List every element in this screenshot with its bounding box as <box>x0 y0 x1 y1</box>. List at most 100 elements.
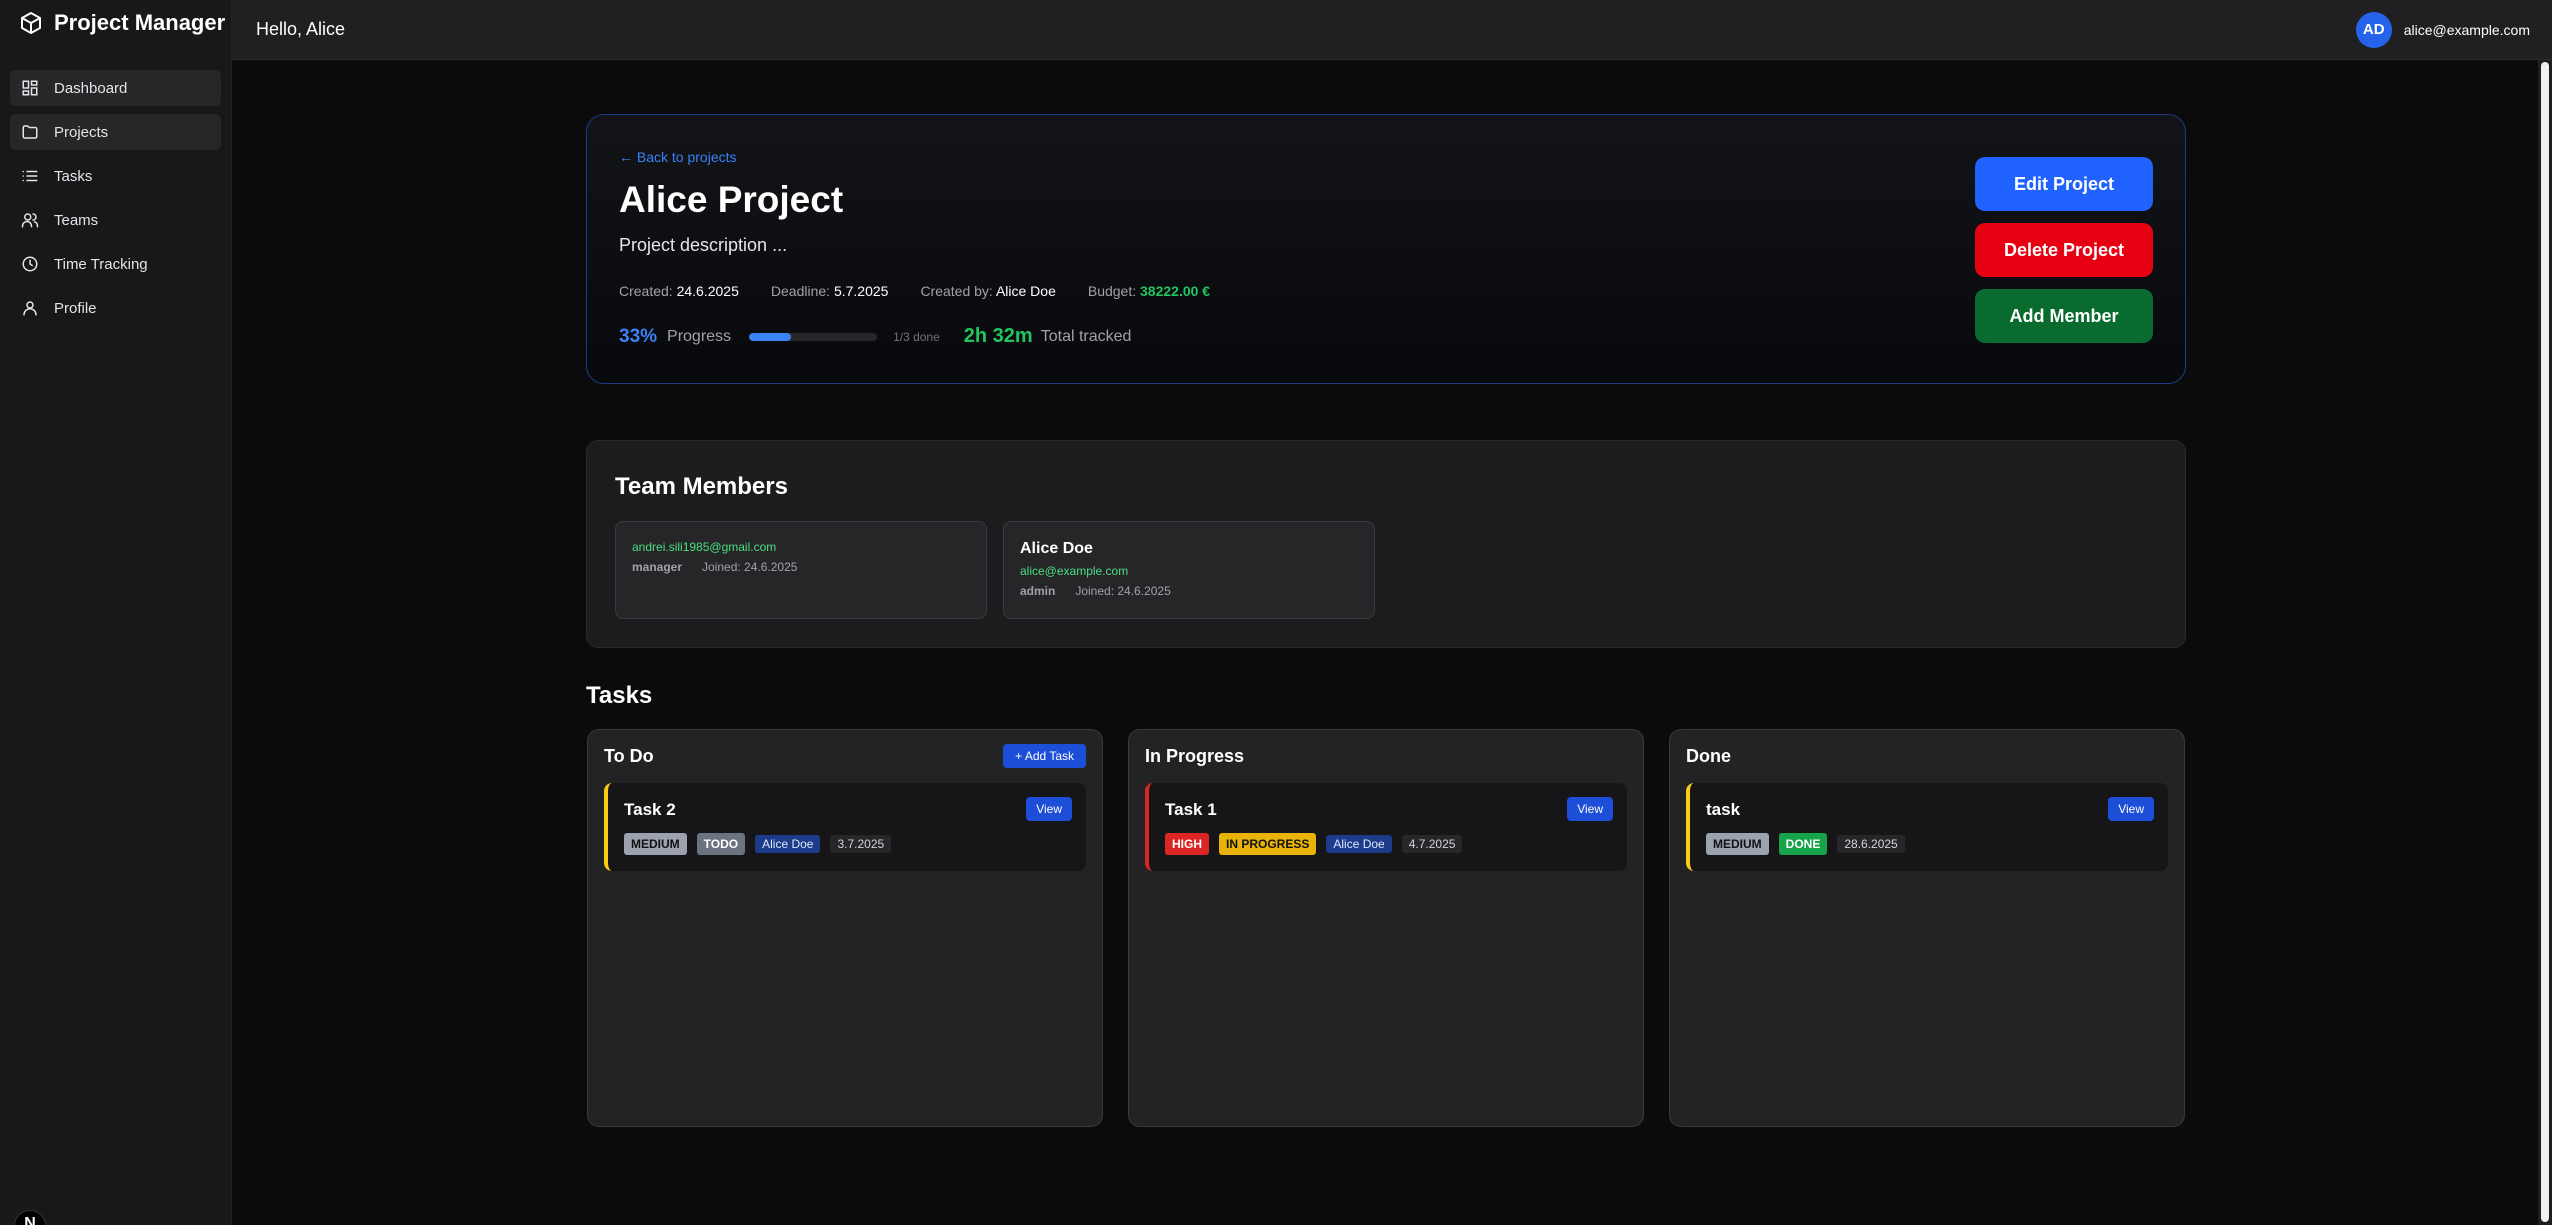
created-label: Created: <box>619 283 673 299</box>
back-to-projects-link[interactable]: ← Back to projects <box>619 149 737 165</box>
member-role: manager <box>632 560 683 574</box>
sidebar-item-dashboard[interactable]: Dashboard <box>10 70 221 106</box>
scrollbar[interactable] <box>2538 60 2552 1225</box>
member-card: Alice Doe alice@example.com admin Joined… <box>1003 521 1375 619</box>
deadline-meta: Deadline: 5.7.2025 <box>771 283 889 299</box>
greeting: Hello, Alice <box>256 19 346 39</box>
task-card[interactable]: Task 2 View MEDIUM TODO Alice Doe 3.7.20… <box>604 783 1086 871</box>
sidebar-item-time-tracking[interactable]: Time Tracking <box>10 246 221 282</box>
team-members-title: Team Members <box>615 473 788 500</box>
task-name: Task 1 <box>1165 800 1217 819</box>
next-badge[interactable]: N <box>14 1210 46 1225</box>
tasks-title: Tasks <box>586 682 653 709</box>
project-description: Project description ... <box>619 235 788 255</box>
priority-badge: HIGH <box>1165 833 1209 855</box>
avatar[interactable]: AD <box>2355 11 2392 48</box>
created-meta: Created: 24.6.2025 <box>619 283 739 299</box>
app-title: Project Manager <box>54 10 226 35</box>
priority-badge: MEDIUM <box>1706 833 1769 855</box>
task-name: Task 2 <box>624 800 676 819</box>
view-task-button[interactable]: View <box>1026 797 1072 821</box>
member-joined: Joined: 24.6.2025 <box>1075 584 1171 598</box>
progress-label: Progress <box>667 327 732 345</box>
budget-meta: Budget: 38222.00 € <box>1088 283 1210 299</box>
add-task-button[interactable]: + Add Task <box>1003 744 1086 768</box>
column-title: In Progress <box>1145 746 1245 766</box>
top-header: Hello, Alice AD alice@example.com <box>232 0 2552 60</box>
user-icon <box>20 298 40 318</box>
sidebar-item-label: Profile <box>54 299 97 317</box>
status-badge: TODO <box>696 833 746 855</box>
created-by-value: Alice Doe <box>995 283 1056 299</box>
sidebar-item-label: Tasks <box>54 167 93 185</box>
project-meta: Created: 24.6.2025 Deadline: 5.7.2025 Cr… <box>619 283 1210 299</box>
delete-project-button[interactable]: Delete Project <box>1975 223 2153 277</box>
team-members-card: Team Members andrei.sili1985@gmail.com m… <box>586 440 2186 648</box>
member-role: admin <box>1020 584 1056 598</box>
assignee-badge: Alice Doe <box>755 835 821 853</box>
sidebar-item-projects[interactable]: Projects <box>10 114 221 150</box>
user-email: alice@example.com <box>2403 21 2530 38</box>
due-date-badge: 4.7.2025 <box>1401 835 1463 853</box>
column-done: Done task View MEDIUM DONE 28.6.2025 <box>1669 729 2185 1127</box>
task-tags: HIGH IN PROGRESS Alice Doe 4.7.2025 <box>1165 833 1463 855</box>
task-name: task <box>1706 800 1741 819</box>
deadline-label: Deadline: <box>770 283 831 299</box>
sidebar-item-label: Time Tracking <box>54 255 148 273</box>
due-date-badge: 28.6.2025 <box>1837 835 1905 853</box>
sidebar-item-profile[interactable]: Profile <box>10 290 221 326</box>
tracked-label: Total tracked <box>1040 327 1132 345</box>
column-in-progress: In Progress Task 1 View HIGH IN PROGRESS… <box>1128 729 1644 1127</box>
sidebar: Project Manager Dashboard Projects Tasks… <box>0 0 232 1225</box>
column-todo: To Do + Add Task Task 2 View MEDIUM TODO… <box>587 729 1103 1127</box>
project-title: Alice Project <box>619 179 844 220</box>
folder-icon <box>20 122 40 142</box>
column-title: To Do <box>604 746 654 766</box>
sidebar-item-tasks[interactable]: Tasks <box>10 158 221 194</box>
status-badge: DONE <box>1778 833 1828 855</box>
budget-value: 38222.00 € <box>1140 283 1211 299</box>
user-menu[interactable]: AD alice@example.com <box>2355 11 2530 48</box>
progress-bar <box>749 332 878 341</box>
created-value: 24.6.2025 <box>676 283 739 299</box>
task-tags: MEDIUM DONE 28.6.2025 <box>1706 833 1905 855</box>
member-email: alice@example.com <box>1020 564 1129 578</box>
clock-icon <box>20 254 40 274</box>
sidebar-nav: Dashboard Projects Tasks Teams Time Trac… <box>0 46 231 326</box>
budget-label: Budget: <box>1087 283 1137 299</box>
sidebar-item-label: Dashboard <box>54 79 128 97</box>
status-badge: IN PROGRESS <box>1219 833 1317 855</box>
done-count: 1/3 done <box>893 329 940 344</box>
add-member-button[interactable]: Add Member <box>1975 289 2153 343</box>
sidebar-item-label: Projects <box>54 123 109 141</box>
progress-row: 33% Progress 1/3 done 2h 32m Total track… <box>619 325 1131 348</box>
users-icon <box>20 210 40 230</box>
assignee-badge: Alice Doe <box>1326 835 1392 853</box>
member-name: Alice Doe <box>1020 540 1093 557</box>
view-task-button[interactable]: View <box>1567 797 1613 821</box>
member-joined: Joined: 24.6.2025 <box>702 560 798 574</box>
member-meta: manager Joined: 24.6.2025 <box>632 560 970 574</box>
task-card[interactable]: Task 1 View HIGH IN PROGRESS Alice Doe 4… <box>1145 783 1627 871</box>
brand[interactable]: Project Manager <box>0 0 231 46</box>
project-header-card: ← Back to projects Alice Project Project… <box>586 114 2186 384</box>
column-title: Done <box>1686 746 1731 766</box>
member-card: andrei.sili1985@gmail.com manager Joined… <box>615 521 987 619</box>
tracked-time: 2h 32m <box>963 325 1033 347</box>
scrollbar-thumb[interactable] <box>2541 62 2549 1222</box>
member-meta: admin Joined: 24.6.2025 <box>1020 584 1358 598</box>
progress-bar-fill <box>749 332 792 341</box>
progress-percent: 33% <box>619 325 658 347</box>
due-date-badge: 3.7.2025 <box>830 835 892 853</box>
view-task-button[interactable]: View <box>2108 797 2154 821</box>
sidebar-item-teams[interactable]: Teams <box>10 202 221 238</box>
edit-project-button[interactable]: Edit Project <box>1975 157 2153 211</box>
task-card[interactable]: task View MEDIUM DONE 28.6.2025 <box>1686 783 2168 871</box>
sidebar-item-label: Teams <box>54 211 99 229</box>
priority-badge: MEDIUM <box>624 833 687 855</box>
deadline-value: 5.7.2025 <box>833 283 889 299</box>
dashboard-icon <box>20 78 40 98</box>
created-by-meta: Created by: Alice Doe <box>920 283 1055 299</box>
member-email: andrei.sili1985@gmail.com <box>632 540 777 554</box>
task-tags: MEDIUM TODO Alice Doe 3.7.2025 <box>624 833 892 855</box>
